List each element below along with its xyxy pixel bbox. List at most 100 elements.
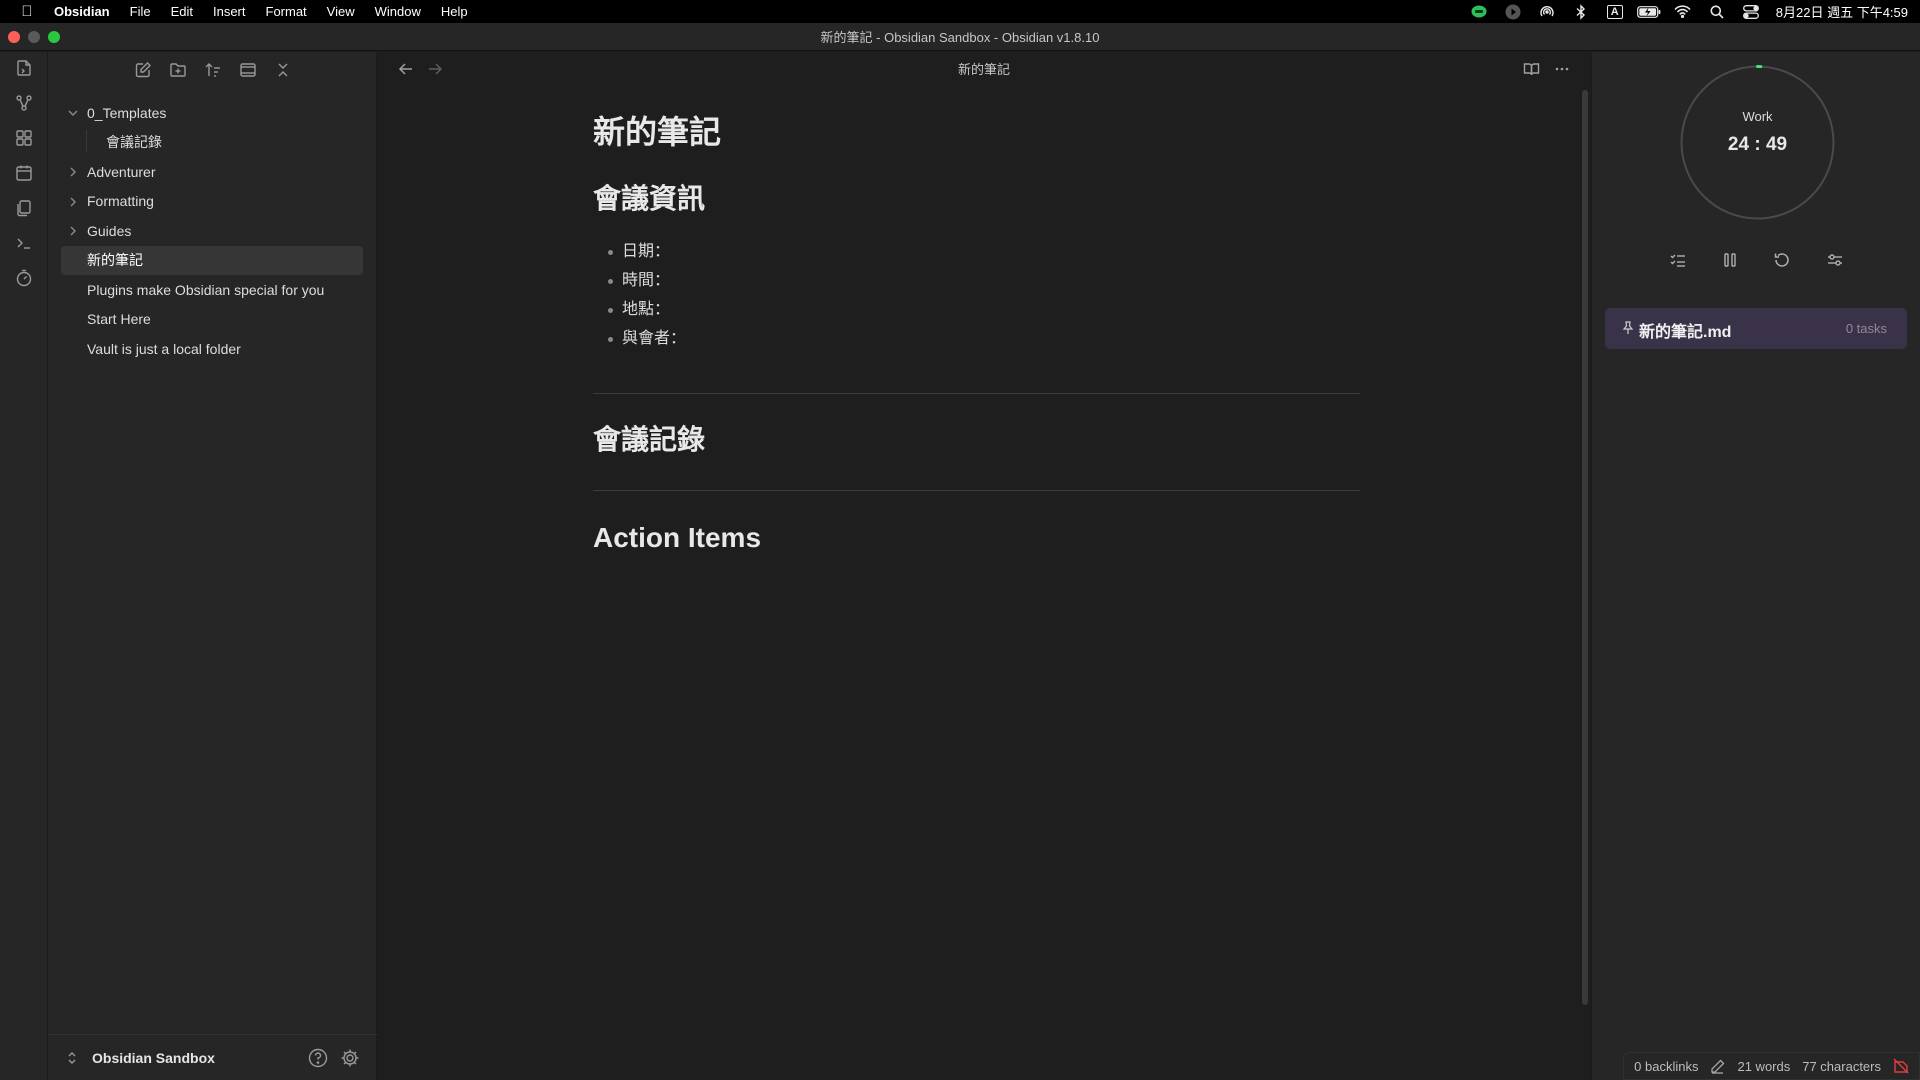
file-start-here[interactable]: Start Here: [61, 305, 363, 335]
battery-icon[interactable]: [1632, 0, 1666, 23]
input-source-icon[interactable]: A: [1598, 0, 1632, 23]
edit-mode-pencil-icon[interactable]: [1710, 1059, 1725, 1074]
list-item: 與會者：: [593, 324, 1360, 353]
menu-view[interactable]: View: [317, 4, 365, 19]
tree-item-label: Guides: [87, 222, 132, 239]
reading-view-icon[interactable]: [1520, 58, 1542, 80]
file-vault-local-folder[interactable]: Vault is just a local folder: [61, 334, 363, 364]
file-meeting-template[interactable]: 會議記錄: [61, 128, 363, 158]
tree-item-label: Vault is just a local folder: [87, 340, 241, 357]
copy-pages-icon[interactable]: [12, 196, 36, 220]
sync-disabled-icon[interactable]: [1893, 1058, 1909, 1074]
backlinks-count[interactable]: 0 backlinks: [1634, 1059, 1698, 1074]
timer-icon[interactable]: [12, 266, 36, 290]
tree-item-label: Plugins make Obsidian special for you: [87, 281, 325, 298]
folder-formatting[interactable]: Formatting: [61, 187, 363, 217]
tree-item-label: Start Here: [87, 311, 151, 328]
timer-countdown: 24 : 49: [1727, 134, 1788, 155]
vault-switcher-bar: Obsidian Sandbox: [48, 1034, 377, 1080]
ribbon: [0, 52, 48, 1080]
file-plugins[interactable]: Plugins make Obsidian special for you: [61, 275, 363, 305]
gear-icon[interactable]: [339, 1047, 361, 1069]
tree-item-label: 新的筆記: [87, 252, 143, 269]
terminal-icon[interactable]: [12, 231, 36, 255]
folder-0-templates[interactable]: 0_Templates: [61, 98, 363, 128]
control-center-icon[interactable]: [1734, 0, 1768, 23]
folder-adventurer[interactable]: Adventurer: [61, 157, 363, 187]
folder-guides[interactable]: Guides: [61, 216, 363, 246]
menubar-clock[interactable]: 8月22日 週五 下午4:59: [1768, 2, 1908, 21]
meeting-info-list: 日期： 時間： 地點： 與會者：: [593, 237, 1360, 353]
window-controls: [8, 31, 60, 43]
menu-window[interactable]: Window: [365, 4, 431, 19]
file-explorer-icon[interactable]: [12, 56, 36, 80]
section-heading-action-items: Action Items: [593, 522, 762, 553]
vault-name[interactable]: Obsidian Sandbox: [92, 1050, 215, 1066]
help-icon[interactable]: [307, 1047, 329, 1069]
editor-pane: 新的筆記 新的筆記 會議資訊 日期： 時間： 地點： 與會者： 會議記錄 Act…: [378, 52, 1590, 1080]
menu-help[interactable]: Help: [431, 4, 478, 19]
menu-format[interactable]: Format: [256, 4, 317, 19]
list-item: 日期：: [593, 237, 1360, 266]
word-count: 21 words: [1737, 1058, 1791, 1074]
canvas-grid-icon[interactable]: [12, 126, 36, 150]
macos-menu-bar:  Obsidian File Edit Insert Format View …: [0, 0, 1920, 23]
task-file-name: 新的筆記.md: [1639, 324, 1732, 341]
spotlight-search-icon[interactable]: [1700, 0, 1734, 23]
navigate-back-icon[interactable]: [395, 58, 417, 80]
graph-view-icon[interactable]: [12, 91, 36, 115]
reset-icon[interactable]: [1770, 248, 1794, 272]
tree-item-label: 0_Templates: [87, 104, 167, 121]
collapse-all-icon[interactable]: [271, 56, 295, 84]
play-circle-icon[interactable]: [1496, 0, 1530, 23]
section-heading-meeting-notes: 會議記錄: [593, 424, 706, 455]
auto-reveal-icon[interactable]: [236, 56, 260, 84]
view-header: 新的筆記: [378, 52, 1590, 84]
pause-icon[interactable]: [1718, 248, 1742, 272]
calendar-icon[interactable]: [12, 161, 36, 185]
pin-icon[interactable]: [1622, 321, 1634, 335]
wifi-icon[interactable]: [1666, 0, 1700, 23]
chevron-right-icon: [70, 167, 76, 177]
right-sidebar: Work 24 : 49 新的筆記.md 0 tasks 0 backlinks…: [1591, 52, 1920, 1080]
task-file-card[interactable]: 新的筆記.md 0 tasks: [1605, 308, 1907, 349]
more-options-icon[interactable]: [1551, 58, 1573, 80]
character-count: 77 characters: [1802, 1058, 1881, 1074]
chevron-up-down-icon[interactable]: [66, 1050, 78, 1066]
timer-mode-label: Work: [1742, 109, 1773, 124]
menu-file[interactable]: File: [120, 4, 161, 19]
note-content[interactable]: 新的筆記 會議資訊 日期： 時間： 地點： 與會者： 會議記錄 Action I…: [593, 112, 1360, 556]
airdrop-icon[interactable]: [1530, 0, 1564, 23]
sort-order-icon[interactable]: [201, 56, 225, 84]
view-header-title[interactable]: 新的筆記: [958, 59, 1010, 78]
apple-menu-icon[interactable]: : [0, 3, 54, 20]
input-source-label: A: [1606, 4, 1623, 19]
file-explorer-toolbar: [48, 56, 377, 88]
new-note-icon[interactable]: [131, 56, 155, 84]
file-tree: 0_Templates 會議記錄 Adventurer Formatting G…: [61, 98, 363, 364]
bluetooth-icon[interactable]: [1564, 0, 1598, 23]
chevron-right-icon: [70, 226, 76, 236]
status-bar: 0 backlinks 21 words 77 characters: [1623, 1052, 1920, 1080]
window-title: 新的筆記 - Obsidian Sandbox - Obsidian v1.8.…: [820, 30, 1100, 45]
minimize-window-button[interactable]: [28, 31, 40, 43]
menu-edit[interactable]: Edit: [161, 4, 203, 19]
timer-settings-icon[interactable]: [1823, 248, 1847, 272]
list-item: 時間：: [593, 266, 1360, 295]
tree-item-label: Formatting: [87, 193, 154, 210]
menu-insert[interactable]: Insert: [203, 4, 256, 19]
line-app-icon[interactable]: [1462, 0, 1496, 23]
horizontal-rule: [593, 393, 1360, 394]
note-title-heading: 新的筆記: [593, 114, 722, 150]
pomodoro-timer: Work 24 : 49: [1680, 65, 1835, 220]
editor-scrollbar[interactable]: [1582, 90, 1588, 1005]
file-new-note-active[interactable]: 新的筆記: [61, 245, 363, 275]
file-explorer-sidebar: 0_Templates 會議記錄 Adventurer Formatting G…: [48, 52, 377, 1080]
navigate-forward-icon[interactable]: [424, 58, 446, 80]
new-folder-icon[interactable]: [166, 56, 190, 84]
menu-app-name[interactable]: Obsidian: [54, 4, 120, 19]
window-title-bar: 新的筆記 - Obsidian Sandbox - Obsidian v1.8.…: [0, 23, 1920, 51]
zoom-window-button[interactable]: [48, 31, 60, 43]
close-window-button[interactable]: [8, 31, 20, 43]
task-list-icon[interactable]: [1666, 248, 1690, 272]
